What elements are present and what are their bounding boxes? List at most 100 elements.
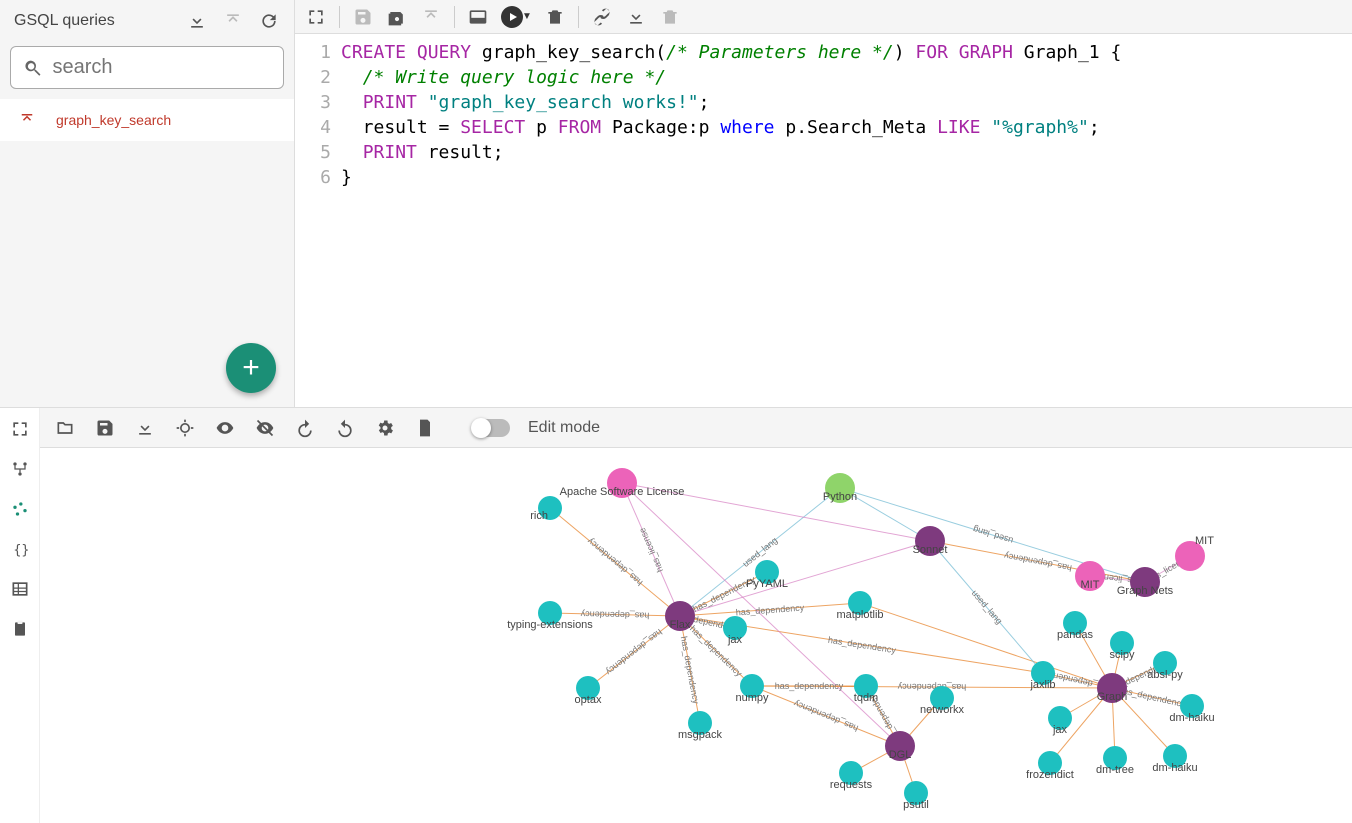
node-label: rich <box>530 510 548 522</box>
node-label: absl-py <box>1147 669 1182 681</box>
publish-icon <box>420 6 442 28</box>
node-label: Graph <box>1097 691 1128 703</box>
clipboard-icon[interactable] <box>9 618 31 640</box>
json-icon[interactable]: {} <box>9 538 31 560</box>
graph-node[interactable]: scipy <box>1110 631 1134 655</box>
code-editor[interactable]: 123456 CREATE QUERY graph_key_search(/* … <box>295 34 1352 407</box>
node-label: typing-extensions <box>507 619 593 631</box>
graph-node[interactable]: optax <box>576 676 600 700</box>
schema-icon[interactable] <box>9 458 31 480</box>
upload-arrow-icon <box>18 111 36 129</box>
node-label: jaxlib <box>1030 679 1055 691</box>
graph-canvas[interactable]: has_dependencyhas_licensehas_dependencyh… <box>40 448 1352 823</box>
graph-node[interactable]: Flax <box>665 601 695 631</box>
graph-node[interactable]: absl-py <box>1153 651 1177 675</box>
node-label: jax <box>1053 724 1067 736</box>
node-label: optax <box>575 694 602 706</box>
upload-icon <box>222 10 244 32</box>
node-label: numpy <box>735 692 768 704</box>
hide-icon[interactable] <box>254 417 276 439</box>
panel-icon[interactable] <box>467 6 489 28</box>
node-label: dm-haiku <box>1169 712 1214 724</box>
graph-node[interactable]: dm-haiku <box>1163 744 1187 768</box>
graph-node[interactable]: MIT <box>1075 561 1105 591</box>
graph-node[interactable]: networkx <box>930 686 954 710</box>
fullscreen-icon[interactable] <box>305 6 327 28</box>
refresh-icon[interactable] <box>258 10 280 32</box>
node-label: jax <box>728 634 742 646</box>
run-button[interactable]: ▼ <box>501 6 532 28</box>
edge-label: has_dependency <box>775 681 844 691</box>
graph-node[interactable]: Python <box>825 473 855 503</box>
graph-node[interactable]: dm-tree <box>1103 746 1127 770</box>
settings-icon[interactable] <box>374 417 396 439</box>
scatter-icon[interactable] <box>9 498 31 520</box>
trash-icon <box>659 6 681 28</box>
graph-node[interactable]: MIT <box>1175 541 1205 571</box>
graph-node[interactable]: msgpack <box>688 711 712 735</box>
download3-icon[interactable] <box>134 417 156 439</box>
graph-node[interactable]: Graph Nets <box>1130 567 1160 597</box>
svg-text:{}: {} <box>13 543 29 558</box>
table-icon[interactable] <box>9 578 31 600</box>
link-icon[interactable] <box>591 6 613 28</box>
graph-node[interactable]: psutil <box>904 781 928 805</box>
node-label: psutil <box>903 799 929 811</box>
folder-icon[interactable] <box>54 417 76 439</box>
editor-pane: ▼ 123456 CREATE QUERY graph_key_search(/… <box>295 0 1352 407</box>
node-label: Graph Nets <box>1117 585 1173 597</box>
graph-node[interactable]: jax <box>1048 706 1072 730</box>
graph-node[interactable]: requests <box>839 761 863 785</box>
add-query-button[interactable]: + <box>226 343 276 393</box>
node-label: frozendict <box>1026 769 1074 781</box>
edit-mode-toggle[interactable] <box>472 419 510 437</box>
show-icon[interactable] <box>214 417 236 439</box>
graph-node[interactable]: rich <box>538 496 562 520</box>
node-label: tqdm <box>854 692 878 704</box>
download2-icon[interactable] <box>625 6 647 28</box>
query-item-label: graph_key_search <box>56 112 171 128</box>
node-label: Flax <box>670 619 691 631</box>
node-label: MIT <box>1081 579 1100 591</box>
sidebar: GSQL queries graph_key_search + <box>0 0 295 407</box>
node-label: msgpack <box>678 729 722 741</box>
fullscreen2-icon[interactable] <box>9 418 31 440</box>
node-label: PyYAML <box>746 578 788 590</box>
search-input[interactable] <box>51 55 271 80</box>
graph-node[interactable]: jaxlib <box>1031 661 1055 685</box>
graph-node[interactable]: matplotlib <box>848 591 872 615</box>
graph-node[interactable]: Graph <box>1097 673 1127 703</box>
graph-node[interactable]: numpy <box>740 674 764 698</box>
editor-toolbar: ▼ <box>295 0 1352 34</box>
graph-toolbar: Edit mode <box>40 408 1352 448</box>
node-label: scipy <box>1109 649 1134 661</box>
graph-node[interactable]: PyYAML <box>755 560 779 584</box>
doc-icon[interactable] <box>414 417 436 439</box>
save-all-icon[interactable] <box>386 6 408 28</box>
node-label: Sonnet <box>913 544 948 556</box>
sidebar-title: GSQL queries <box>14 12 115 30</box>
graph-node[interactable]: typing-extensions <box>538 601 562 625</box>
node-label: dm-tree <box>1096 764 1134 776</box>
graph-node[interactable]: Sonnet <box>915 526 945 556</box>
download-icon[interactable] <box>186 10 208 32</box>
graph-node[interactable]: frozendict <box>1038 751 1062 775</box>
graph-node[interactable]: jax <box>723 616 747 640</box>
query-item-graph-key-search[interactable]: graph_key_search <box>0 99 294 141</box>
graph-node[interactable]: tqdm <box>854 674 878 698</box>
locate-icon[interactable] <box>174 417 196 439</box>
graph-node[interactable]: pandas <box>1063 611 1087 635</box>
redo-icon[interactable] <box>334 417 356 439</box>
search-box[interactable] <box>10 46 284 89</box>
node-label: matplotlib <box>836 609 883 621</box>
query-list: graph_key_search <box>0 99 294 141</box>
undo-icon[interactable] <box>294 417 316 439</box>
graph-node[interactable]: dm-haiku <box>1180 694 1204 718</box>
delete-icon[interactable] <box>544 6 566 28</box>
graph-node[interactable]: Apache Software License <box>607 468 637 498</box>
save-icon <box>352 6 374 28</box>
graph-node[interactable]: DGL <box>885 731 915 761</box>
save3-icon[interactable] <box>94 417 116 439</box>
node-label: pandas <box>1057 629 1093 641</box>
search-icon <box>23 57 43 79</box>
